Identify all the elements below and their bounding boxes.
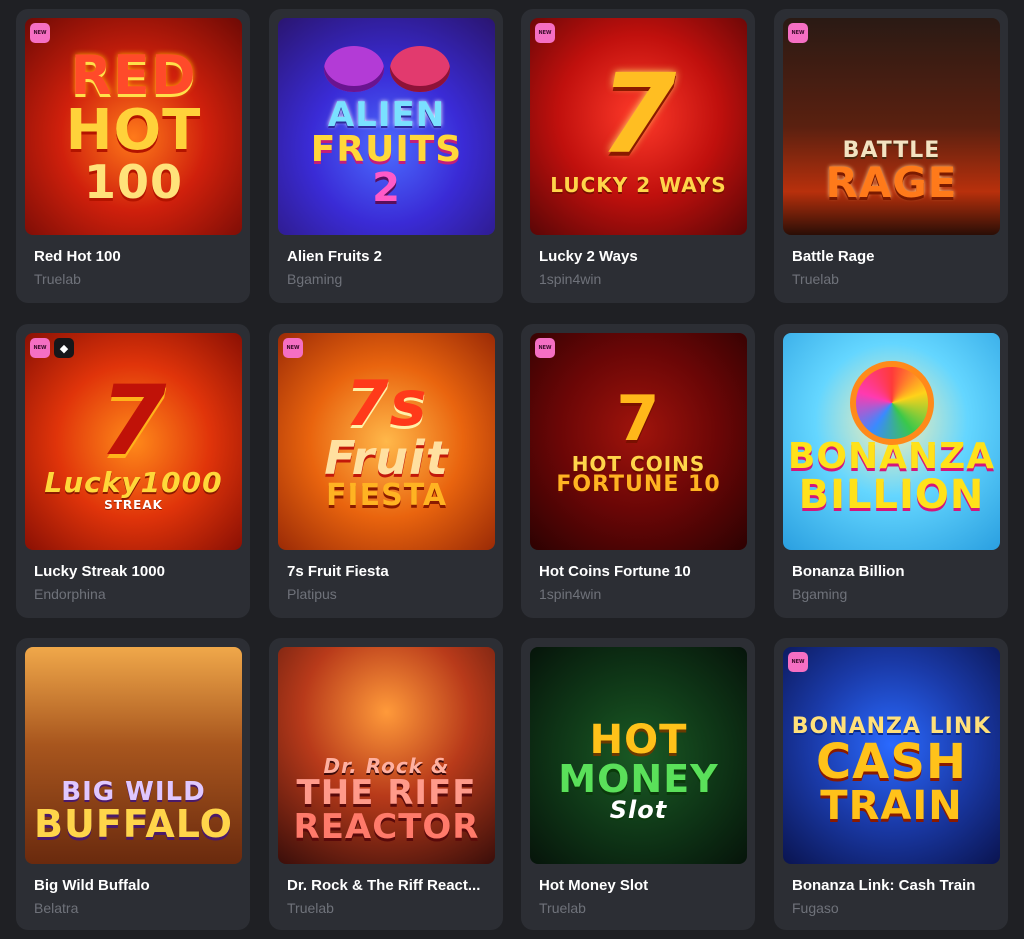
game-card-hot-money-slot[interactable]: HOT MONEY Slot Hot Money Slot Truelab	[521, 638, 755, 930]
game-card-alien-fruits-2[interactable]: ALIEN FRUITS 2 Alien Fruits 2 Bgaming	[269, 9, 503, 303]
new-badge: NEW	[535, 23, 555, 43]
game-title[interactable]: Dr. Rock & The Riff React...	[287, 877, 487, 894]
thumbnail-logo-line: 2	[372, 164, 401, 211]
game-provider: Platipus	[287, 586, 337, 602]
game-title[interactable]: Lucky 2 Ways	[539, 248, 739, 265]
game-title[interactable]: Hot Coins Fortune 10	[539, 563, 739, 580]
game-thumbnail[interactable]: NEW 7s Fruit FIESTA	[278, 333, 495, 550]
thumbnail-logo-line: FRUITS	[310, 128, 463, 170]
badge-group: NEW	[788, 23, 808, 43]
game-title[interactable]: Red Hot 100	[34, 248, 234, 265]
thumbnail-logo-line: RAGE	[825, 157, 958, 207]
thumbnail-logo-line: Lucky1000	[44, 465, 223, 499]
game-provider: Truelab	[792, 271, 839, 287]
thumbnail-logo-line: HOT	[589, 716, 688, 763]
new-badge: NEW	[535, 338, 555, 358]
thumbnail-logo-line: 7s	[345, 366, 428, 440]
game-provider: Fugaso	[792, 900, 839, 916]
game-provider: Bgaming	[287, 271, 343, 287]
game-title[interactable]: Bonanza Link: Cash Train	[792, 877, 992, 894]
thumbnail-logo-line: 100	[83, 154, 184, 209]
flower-emblem-image	[850, 361, 934, 445]
game-thumbnail[interactable]: NEW 7 HOT COINS FORTUNE 10	[530, 333, 747, 550]
game-card-bonanza-link-cash-train[interactable]: NEW BONANZA LINK CASH TRAIN Bonanza Link…	[774, 638, 1008, 930]
game-provider: Truelab	[287, 900, 334, 916]
thumbnail-logo-line: BUFFALO	[34, 801, 233, 846]
game-card-big-wild-buffalo[interactable]: BIG WILD BUFFALO Big Wild Buffalo Belatr…	[16, 638, 250, 930]
thumbnail-logo-line: Slot	[609, 795, 668, 824]
game-thumbnail[interactable]: ALIEN FRUITS 2	[278, 18, 495, 235]
new-badge: NEW	[30, 338, 50, 358]
thumbnail-logo-line: HOT	[65, 97, 202, 163]
thumbnail-logo-line: TRAIN	[820, 782, 963, 829]
game-card-dr-rock-riff-reactor[interactable]: Dr. Rock & THE RIFF REACTOR Dr. Rock & T…	[269, 638, 503, 930]
new-badge: NEW	[788, 652, 808, 672]
game-title[interactable]: Battle Rage	[792, 248, 992, 265]
thumbnail-logo-line: Fruit	[324, 430, 449, 485]
game-title[interactable]: Alien Fruits 2	[287, 248, 487, 265]
game-thumbnail[interactable]: NEW 7 LUCKY 2 WAYS	[530, 18, 747, 235]
game-thumbnail[interactable]: BONANZA BILLION	[783, 333, 1000, 550]
game-card-bonanza-billion[interactable]: BONANZA BILLION Bonanza Billion Bgaming	[774, 324, 1008, 618]
game-title[interactable]: 7s Fruit Fiesta	[287, 563, 487, 580]
badge-group: NEW	[788, 652, 808, 672]
game-card-7s-fruit-fiesta[interactable]: NEW 7s Fruit FIESTA 7s Fruit Fiesta Plat…	[269, 324, 503, 618]
thumbnail-logo-line: BIG WILD	[61, 776, 206, 807]
game-grid: NEW RED HOT 100 Red Hot 100 Truelab ALIE…	[0, 0, 1024, 939]
game-provider: Truelab	[34, 271, 81, 287]
game-thumbnail[interactable]: NEW ◆ 7 Lucky1000 STREAK	[25, 333, 242, 550]
game-title[interactable]: Hot Money Slot	[539, 877, 739, 894]
badge-group: NEW	[30, 23, 50, 43]
thumbnail-logo-line: REACTOR	[293, 806, 480, 847]
diamond-icon: ◆	[54, 338, 74, 358]
game-card-battle-rage[interactable]: NEW BATTLE RAGE Battle Rage Truelab	[774, 9, 1008, 303]
game-thumbnail[interactable]: NEW RED HOT 100	[25, 18, 242, 235]
thumbnail-logo-line: MONEY	[558, 756, 719, 801]
thumbnail-logo-line: THE RIFF	[296, 772, 477, 813]
game-card-lucky-2-ways[interactable]: NEW 7 LUCKY 2 WAYS Lucky 2 Ways 1spin4wi…	[521, 9, 755, 303]
badge-group: NEW	[283, 338, 303, 358]
game-thumbnail[interactable]: HOT MONEY Slot	[530, 647, 747, 864]
game-provider: Bgaming	[792, 586, 848, 602]
thumbnail-logo-line: RED	[70, 43, 197, 107]
thumbnail-logo-line: 7	[616, 381, 661, 455]
new-badge: NEW	[788, 23, 808, 43]
badge-group: NEW	[535, 338, 555, 358]
thumbnail-logo-line: 7	[99, 364, 168, 477]
game-provider: 1spin4win	[539, 586, 602, 602]
new-badge: NEW	[283, 338, 303, 358]
thumbnail-logo-line: 7	[599, 49, 678, 178]
game-provider: Endorphina	[34, 586, 106, 602]
thumbnail-logo-line: STREAK	[104, 497, 163, 512]
game-provider: 1spin4win	[539, 271, 602, 287]
game-title[interactable]: Lucky Streak 1000	[34, 563, 234, 580]
game-thumbnail[interactable]: NEW BONANZA LINK CASH TRAIN	[783, 647, 1000, 864]
game-thumbnail[interactable]: BIG WILD BUFFALO	[25, 647, 242, 864]
thumbnail-logo-line: FIESTA	[325, 477, 448, 513]
game-thumbnail[interactable]: NEW BATTLE RAGE	[783, 18, 1000, 235]
thumbnail-logo-line: LUCKY 2 WAYS	[550, 172, 727, 197]
game-card-lucky-streak-1000[interactable]: NEW ◆ 7 Lucky1000 STREAK Lucky Streak 10…	[16, 324, 250, 618]
game-title[interactable]: Big Wild Buffalo	[34, 877, 234, 894]
game-card-red-hot-100[interactable]: NEW RED HOT 100 Red Hot 100 Truelab	[16, 9, 250, 303]
thumbnail-logo-line: HOT COINS	[571, 451, 706, 476]
game-title[interactable]: Bonanza Billion	[792, 563, 992, 580]
game-card-hot-coins-fortune-10[interactable]: NEW 7 HOT COINS FORTUNE 10 Hot Coins For…	[521, 324, 755, 618]
badge-group: NEW	[535, 23, 555, 43]
game-provider: Truelab	[539, 900, 586, 916]
game-provider: Belatra	[34, 900, 79, 916]
thumbnail-logo-line: FORTUNE 10	[556, 471, 721, 497]
game-thumbnail[interactable]: Dr. Rock & THE RIFF REACTOR	[278, 647, 495, 864]
thumbnail-logo-line: CASH	[815, 733, 968, 790]
thumbnail-logo-line: BILLION	[798, 471, 985, 518]
badge-group: NEW ◆	[30, 338, 74, 358]
thumbnail-logo-line: ALIEN	[327, 94, 446, 135]
alien-characters-image	[323, 45, 450, 92]
new-badge: NEW	[30, 23, 50, 43]
